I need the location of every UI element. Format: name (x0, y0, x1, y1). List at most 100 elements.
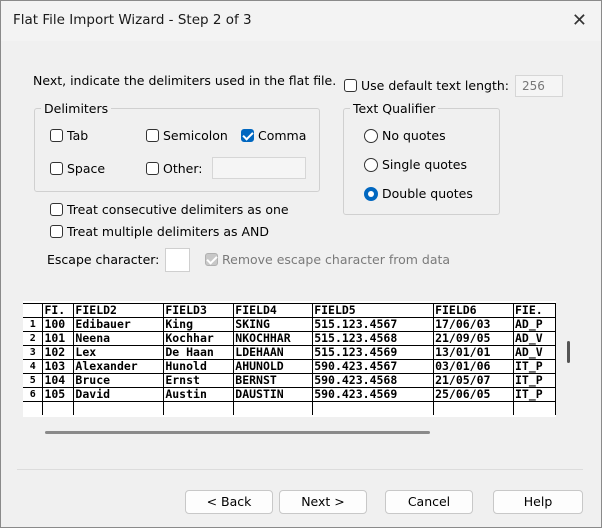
table-row: 4 103 Alexander Hunold AHUNOLD 590.423.4… (23, 359, 556, 374)
back-button[interactable]: < Back (185, 490, 273, 514)
row-number: 3 (23, 345, 44, 360)
delimiters-group (34, 108, 320, 192)
double-quotes-label: Double quotes (382, 186, 473, 201)
table-cell: 03/01/06 (433, 359, 514, 374)
consecutive-delimiters-label: Treat consecutive delimiters as one (67, 202, 289, 217)
table-cell: 21/09/05 (433, 331, 514, 346)
table-cell: AD_P (513, 317, 556, 332)
table-cell: David (73, 387, 165, 402)
space-checkbox[interactable] (50, 162, 63, 175)
table-cell: Lex (73, 345, 165, 360)
no-quotes-label: No quotes (382, 128, 446, 143)
consecutive-delimiters-checkbox[interactable] (50, 203, 63, 216)
remove-escape-label: Remove escape character from data (222, 252, 451, 267)
delimiters-group-title: Delimiters (41, 101, 112, 116)
row-number: 6 (23, 387, 44, 402)
preview-horizontal-scrollbar[interactable] (45, 431, 430, 434)
footer-separator (17, 469, 583, 470)
semicolon-label: Semicolon (163, 128, 228, 143)
preview-header-cell[interactable]: FIE. (513, 303, 556, 318)
cancel-button[interactable]: Cancel (385, 490, 473, 514)
single-quotes-label: Single quotes (382, 157, 468, 172)
table-cell: BERNST (233, 373, 314, 388)
preview-corner-cell (23, 303, 44, 318)
escape-character-label: Escape character: (47, 252, 160, 267)
close-icon[interactable]: ✕ (572, 10, 587, 31)
preview-header-cell[interactable]: FIELD6 (433, 303, 514, 318)
table-row: 3 102 Lex De Haan LDEHAAN 515.123.4569 1… (23, 345, 556, 360)
preview-header-cell[interactable]: FI. (42, 303, 75, 318)
other-checkbox[interactable] (146, 162, 159, 175)
table-cell: Alexander (73, 359, 165, 374)
table-cell: 515.123.4568 (312, 331, 435, 346)
other-label: Other: (163, 161, 203, 176)
other-delimiter-input[interactable] (212, 157, 306, 179)
comma-label: Comma (258, 128, 307, 143)
preview-table: FI. FIELD2 FIELD3 FIELD4 FIELD5 FIELD6 F… (23, 303, 556, 415)
table-cell: Ernst (163, 373, 235, 388)
table-row: 2 101 Neena Kochhar NKOCHHAR 515.123.456… (23, 331, 556, 346)
table-cell: AD_V (513, 345, 556, 360)
table-cell: NKOCHHAR (233, 331, 314, 346)
row-number: 5 (23, 373, 44, 388)
table-cell: Hunold (163, 359, 235, 374)
table-cell: IT_P (513, 359, 556, 374)
tab-checkbox[interactable] (50, 129, 63, 142)
table-cell: 25/06/05 (433, 387, 514, 402)
wizard-window: Flat File Import Wizard - Step 2 of 3 ✕ … (0, 0, 602, 528)
text-length-input[interactable]: 256 (515, 75, 563, 97)
table-cell: SKING (233, 317, 314, 332)
table-cell: IT_P (513, 387, 556, 402)
table-cell: 21/05/07 (433, 373, 514, 388)
default-text-length-checkbox[interactable] (344, 79, 357, 92)
table-cell: DAUSTIN (233, 387, 314, 402)
data-preview-grid[interactable]: FI. FIELD2 FIELD3 FIELD4 FIELD5 FIELD6 F… (23, 301, 556, 417)
no-quotes-radio[interactable] (364, 129, 378, 143)
space-label: Space (67, 161, 106, 176)
table-cell: 104 (42, 373, 75, 388)
instruction-text: Next, indicate the delimiters used in th… (33, 73, 337, 88)
preview-header-row: FI. FIELD2 FIELD3 FIELD4 FIELD5 FIELD6 F… (23, 303, 556, 318)
table-cell: 105 (42, 387, 75, 402)
single-quotes-radio[interactable] (364, 158, 378, 172)
table-cell: 102 (42, 345, 75, 360)
table-cell: AHUNOLD (233, 359, 314, 374)
table-cell: 103 (42, 359, 75, 374)
table-cell: 590.423.4568 (312, 373, 435, 388)
table-cell: 100 (42, 317, 75, 332)
text-qualifier-title: Text Qualifier (350, 101, 439, 116)
table-cell: 17/06/03 (433, 317, 514, 332)
table-row: 1 100 Edibauer King SKING 515.123.4567 1… (23, 317, 556, 332)
default-text-length-label: Use default text length: (361, 78, 509, 93)
table-cell: Kochhar (163, 331, 235, 346)
next-button[interactable]: Next > (279, 490, 367, 514)
row-number: 2 (23, 331, 44, 346)
table-cell: 590.423.4567 (312, 359, 435, 374)
double-quotes-radio[interactable] (364, 187, 378, 201)
help-button[interactable]: Help (493, 490, 583, 514)
row-number: 1 (23, 317, 44, 332)
table-cell: AD_V (513, 331, 556, 346)
table-cell: De Haan (163, 345, 235, 360)
table-cell: 515.123.4567 (312, 317, 435, 332)
escape-character-input[interactable] (165, 248, 190, 272)
title-bar: Flat File Import Wizard - Step 2 of 3 ✕ (1, 1, 601, 41)
window-title: Flat File Import Wizard - Step 2 of 3 (13, 12, 252, 28)
preview-header-cell[interactable]: FIELD3 (163, 303, 235, 318)
remove-escape-checkbox[interactable] (205, 253, 218, 266)
multiple-delimiters-and-checkbox[interactable] (50, 225, 63, 238)
preview-vertical-scrollbar[interactable] (567, 341, 570, 363)
preview-header-cell[interactable]: FIELD5 (312, 303, 435, 318)
preview-empty-row (23, 401, 556, 415)
row-number: 4 (23, 359, 44, 374)
preview-header-cell[interactable]: FIELD2 (73, 303, 165, 318)
table-cell: Bruce (73, 373, 165, 388)
table-cell: Edibauer (73, 317, 165, 332)
multiple-delimiters-and-label: Treat multiple delimiters as AND (67, 224, 270, 239)
table-cell: 13/01/01 (433, 345, 514, 360)
table-row: 6 105 David Austin DAUSTIN 590.423.4569 … (23, 387, 556, 402)
semicolon-checkbox[interactable] (146, 129, 159, 142)
comma-checkbox[interactable] (241, 129, 254, 142)
preview-header-cell[interactable]: FIELD4 (233, 303, 314, 318)
table-cell: LDEHAAN (233, 345, 314, 360)
